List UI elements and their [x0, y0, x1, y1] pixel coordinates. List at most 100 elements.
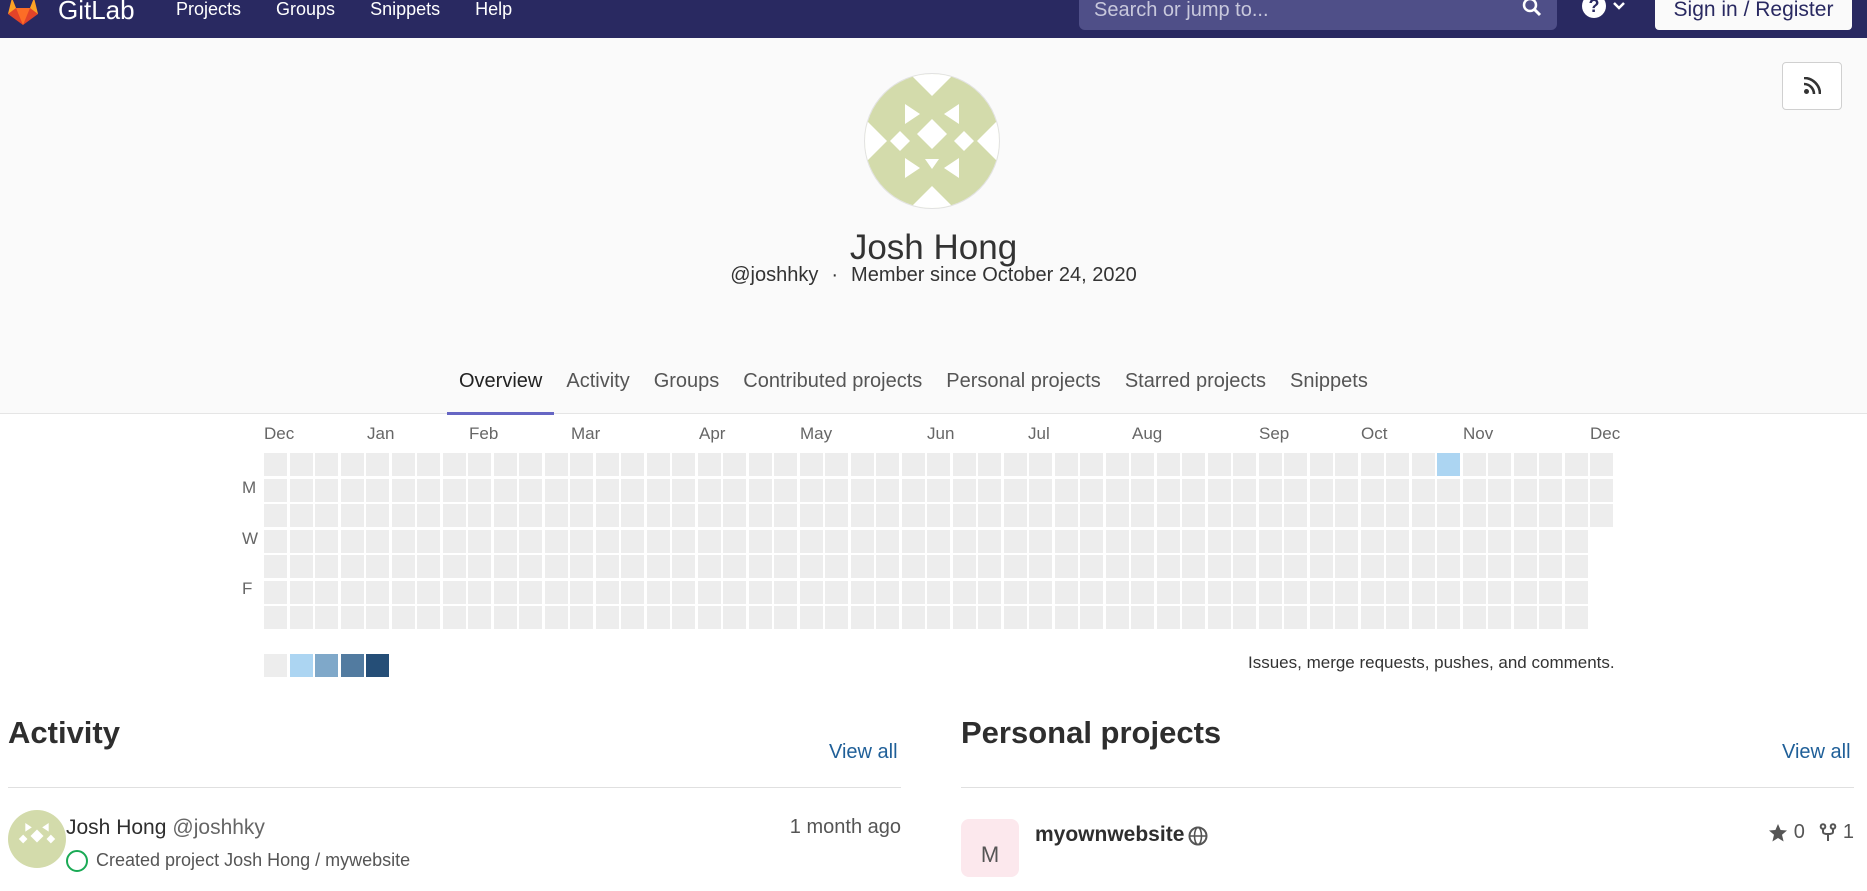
- calendar-day-cell[interactable]: [544, 555, 568, 578]
- project-item[interactable]: M myownwebsite 0 1: [961, 815, 1854, 877]
- calendar-day-cell[interactable]: [1080, 478, 1103, 502]
- calendar-day-cell[interactable]: [1080, 555, 1103, 578]
- calendar-day-cell[interactable]: [1258, 606, 1282, 629]
- calendar-day-cell[interactable]: [391, 529, 415, 553]
- calendar-day-cell[interactable]: [1207, 478, 1231, 502]
- calendar-day-cell[interactable]: [1590, 478, 1613, 502]
- calendar-day-cell[interactable]: [1411, 504, 1435, 527]
- calendar-day-cell[interactable]: [1411, 529, 1435, 553]
- calendar-day-cell[interactable]: [774, 555, 797, 578]
- calendar-day-cell[interactable]: [876, 606, 899, 629]
- calendar-day-cell[interactable]: [366, 453, 389, 476]
- calendar-day-cell[interactable]: [1564, 453, 1588, 476]
- calendar-day-cell[interactable]: [1335, 478, 1358, 502]
- calendar-day-cell[interactable]: [621, 478, 644, 502]
- calendar-day-cell[interactable]: [927, 504, 950, 527]
- calendar-day-cell[interactable]: [1207, 529, 1231, 553]
- calendar-day-cell[interactable]: [1258, 504, 1282, 527]
- calendar-day-cell[interactable]: [1182, 478, 1205, 502]
- calendar-day-cell[interactable]: [468, 529, 491, 553]
- calendar-day-cell[interactable]: [1131, 580, 1154, 604]
- calendar-day-cell[interactable]: [1105, 478, 1129, 502]
- calendar-day-cell[interactable]: [1156, 606, 1180, 629]
- calendar-day-cell[interactable]: [1539, 555, 1562, 578]
- calendar-day-cell[interactable]: [1258, 555, 1282, 578]
- calendar-day-cell[interactable]: [748, 555, 772, 578]
- calendar-day-cell[interactable]: [1411, 606, 1435, 629]
- calendar-day-cell[interactable]: [978, 580, 1001, 604]
- calendar-day-cell[interactable]: [723, 453, 746, 476]
- calendar-day-cell[interactable]: [1182, 453, 1205, 476]
- calendar-day-cell[interactable]: [1360, 504, 1384, 527]
- calendar-day-cell[interactable]: [672, 529, 695, 553]
- calendar-day-cell[interactable]: [1156, 504, 1180, 527]
- calendar-day-cell[interactable]: [289, 478, 313, 502]
- calendar-day-cell[interactable]: [1207, 606, 1231, 629]
- calendar-day-cell[interactable]: [1131, 504, 1154, 527]
- calendar-day-cell[interactable]: [1411, 580, 1435, 604]
- calendar-day-cell[interactable]: [1054, 529, 1078, 553]
- calendar-day-cell[interactable]: [1054, 580, 1078, 604]
- calendar-day-cell[interactable]: [1513, 580, 1537, 604]
- calendar-day-cell[interactable]: [748, 606, 772, 629]
- calendar-day-cell[interactable]: [1284, 529, 1307, 553]
- tab-activity[interactable]: Activity: [554, 366, 641, 412]
- calendar-day-cell[interactable]: [901, 453, 925, 476]
- calendar-day-cell[interactable]: [1488, 478, 1511, 502]
- calendar-day-cell[interactable]: [646, 504, 670, 527]
- calendar-day-cell[interactable]: [544, 453, 568, 476]
- calendar-day-cell[interactable]: [1462, 504, 1486, 527]
- calendar-day-cell[interactable]: [1258, 580, 1282, 604]
- calendar-day-cell[interactable]: [1233, 529, 1256, 553]
- calendar-day-cell[interactable]: [621, 529, 644, 553]
- calendar-day-cell[interactable]: [1590, 504, 1613, 527]
- calendar-day-cell[interactable]: [723, 478, 746, 502]
- calendar-day-cell[interactable]: [366, 580, 389, 604]
- signin-button[interactable]: Sign in / Register: [1655, 0, 1852, 30]
- calendar-day-cell[interactable]: [1488, 606, 1511, 629]
- calendar-day-cell[interactable]: [1488, 529, 1511, 553]
- calendar-day-cell[interactable]: [1284, 580, 1307, 604]
- calendar-day-cell[interactable]: [1488, 504, 1511, 527]
- calendar-day-cell[interactable]: [570, 504, 593, 527]
- calendar-day-cell[interactable]: [493, 606, 517, 629]
- calendar-day-cell[interactable]: [315, 504, 338, 527]
- calendar-day-cell[interactable]: [315, 555, 338, 578]
- calendar-day-cell[interactable]: [1462, 606, 1486, 629]
- calendar-day-cell[interactable]: [1003, 478, 1027, 502]
- calendar-day-cell[interactable]: [672, 478, 695, 502]
- calendar-day-cell[interactable]: [595, 478, 619, 502]
- calendar-day-cell[interactable]: [1360, 478, 1384, 502]
- calendar-day-cell[interactable]: [1131, 453, 1154, 476]
- calendar-day-cell[interactable]: [417, 606, 440, 629]
- calendar-day-cell[interactable]: [723, 504, 746, 527]
- calendar-day-cell[interactable]: [1386, 504, 1409, 527]
- calendar-day-cell[interactable]: [570, 606, 593, 629]
- calendar-day-cell[interactable]: [340, 453, 364, 476]
- tab-personal-projects[interactable]: Personal projects: [934, 366, 1113, 412]
- calendar-day-cell[interactable]: [1131, 606, 1154, 629]
- calendar-day-cell[interactable]: [1462, 529, 1486, 553]
- calendar-day-cell[interactable]: [1156, 478, 1180, 502]
- calendar-day-cell[interactable]: [1207, 504, 1231, 527]
- calendar-day-cell[interactable]: [978, 453, 1001, 476]
- tab-contributed-projects[interactable]: Contributed projects: [731, 366, 934, 412]
- calendar-day-cell[interactable]: [646, 529, 670, 553]
- calendar-day-cell[interactable]: [1564, 555, 1588, 578]
- calendar-day-cell[interactable]: [468, 453, 491, 476]
- calendar-day-cell[interactable]: [1360, 580, 1384, 604]
- calendar-day-cell[interactable]: [1437, 606, 1460, 629]
- calendar-day-cell[interactable]: [1105, 606, 1129, 629]
- calendar-day-cell[interactable]: [646, 453, 670, 476]
- calendar-day-cell[interactable]: [978, 606, 1001, 629]
- calendar-day-cell[interactable]: [315, 606, 338, 629]
- calendar-day-cell[interactable]: [825, 453, 848, 476]
- calendar-day-cell[interactable]: [774, 504, 797, 527]
- calendar-day-cell[interactable]: [697, 606, 721, 629]
- calendar-day-cell[interactable]: [519, 555, 542, 578]
- calendar-day-cell[interactable]: [1335, 529, 1358, 553]
- calendar-day-cell[interactable]: [544, 580, 568, 604]
- calendar-day-cell[interactable]: [519, 606, 542, 629]
- calendar-day-cell[interactable]: [264, 580, 287, 604]
- calendar-day-cell[interactable]: [1105, 529, 1129, 553]
